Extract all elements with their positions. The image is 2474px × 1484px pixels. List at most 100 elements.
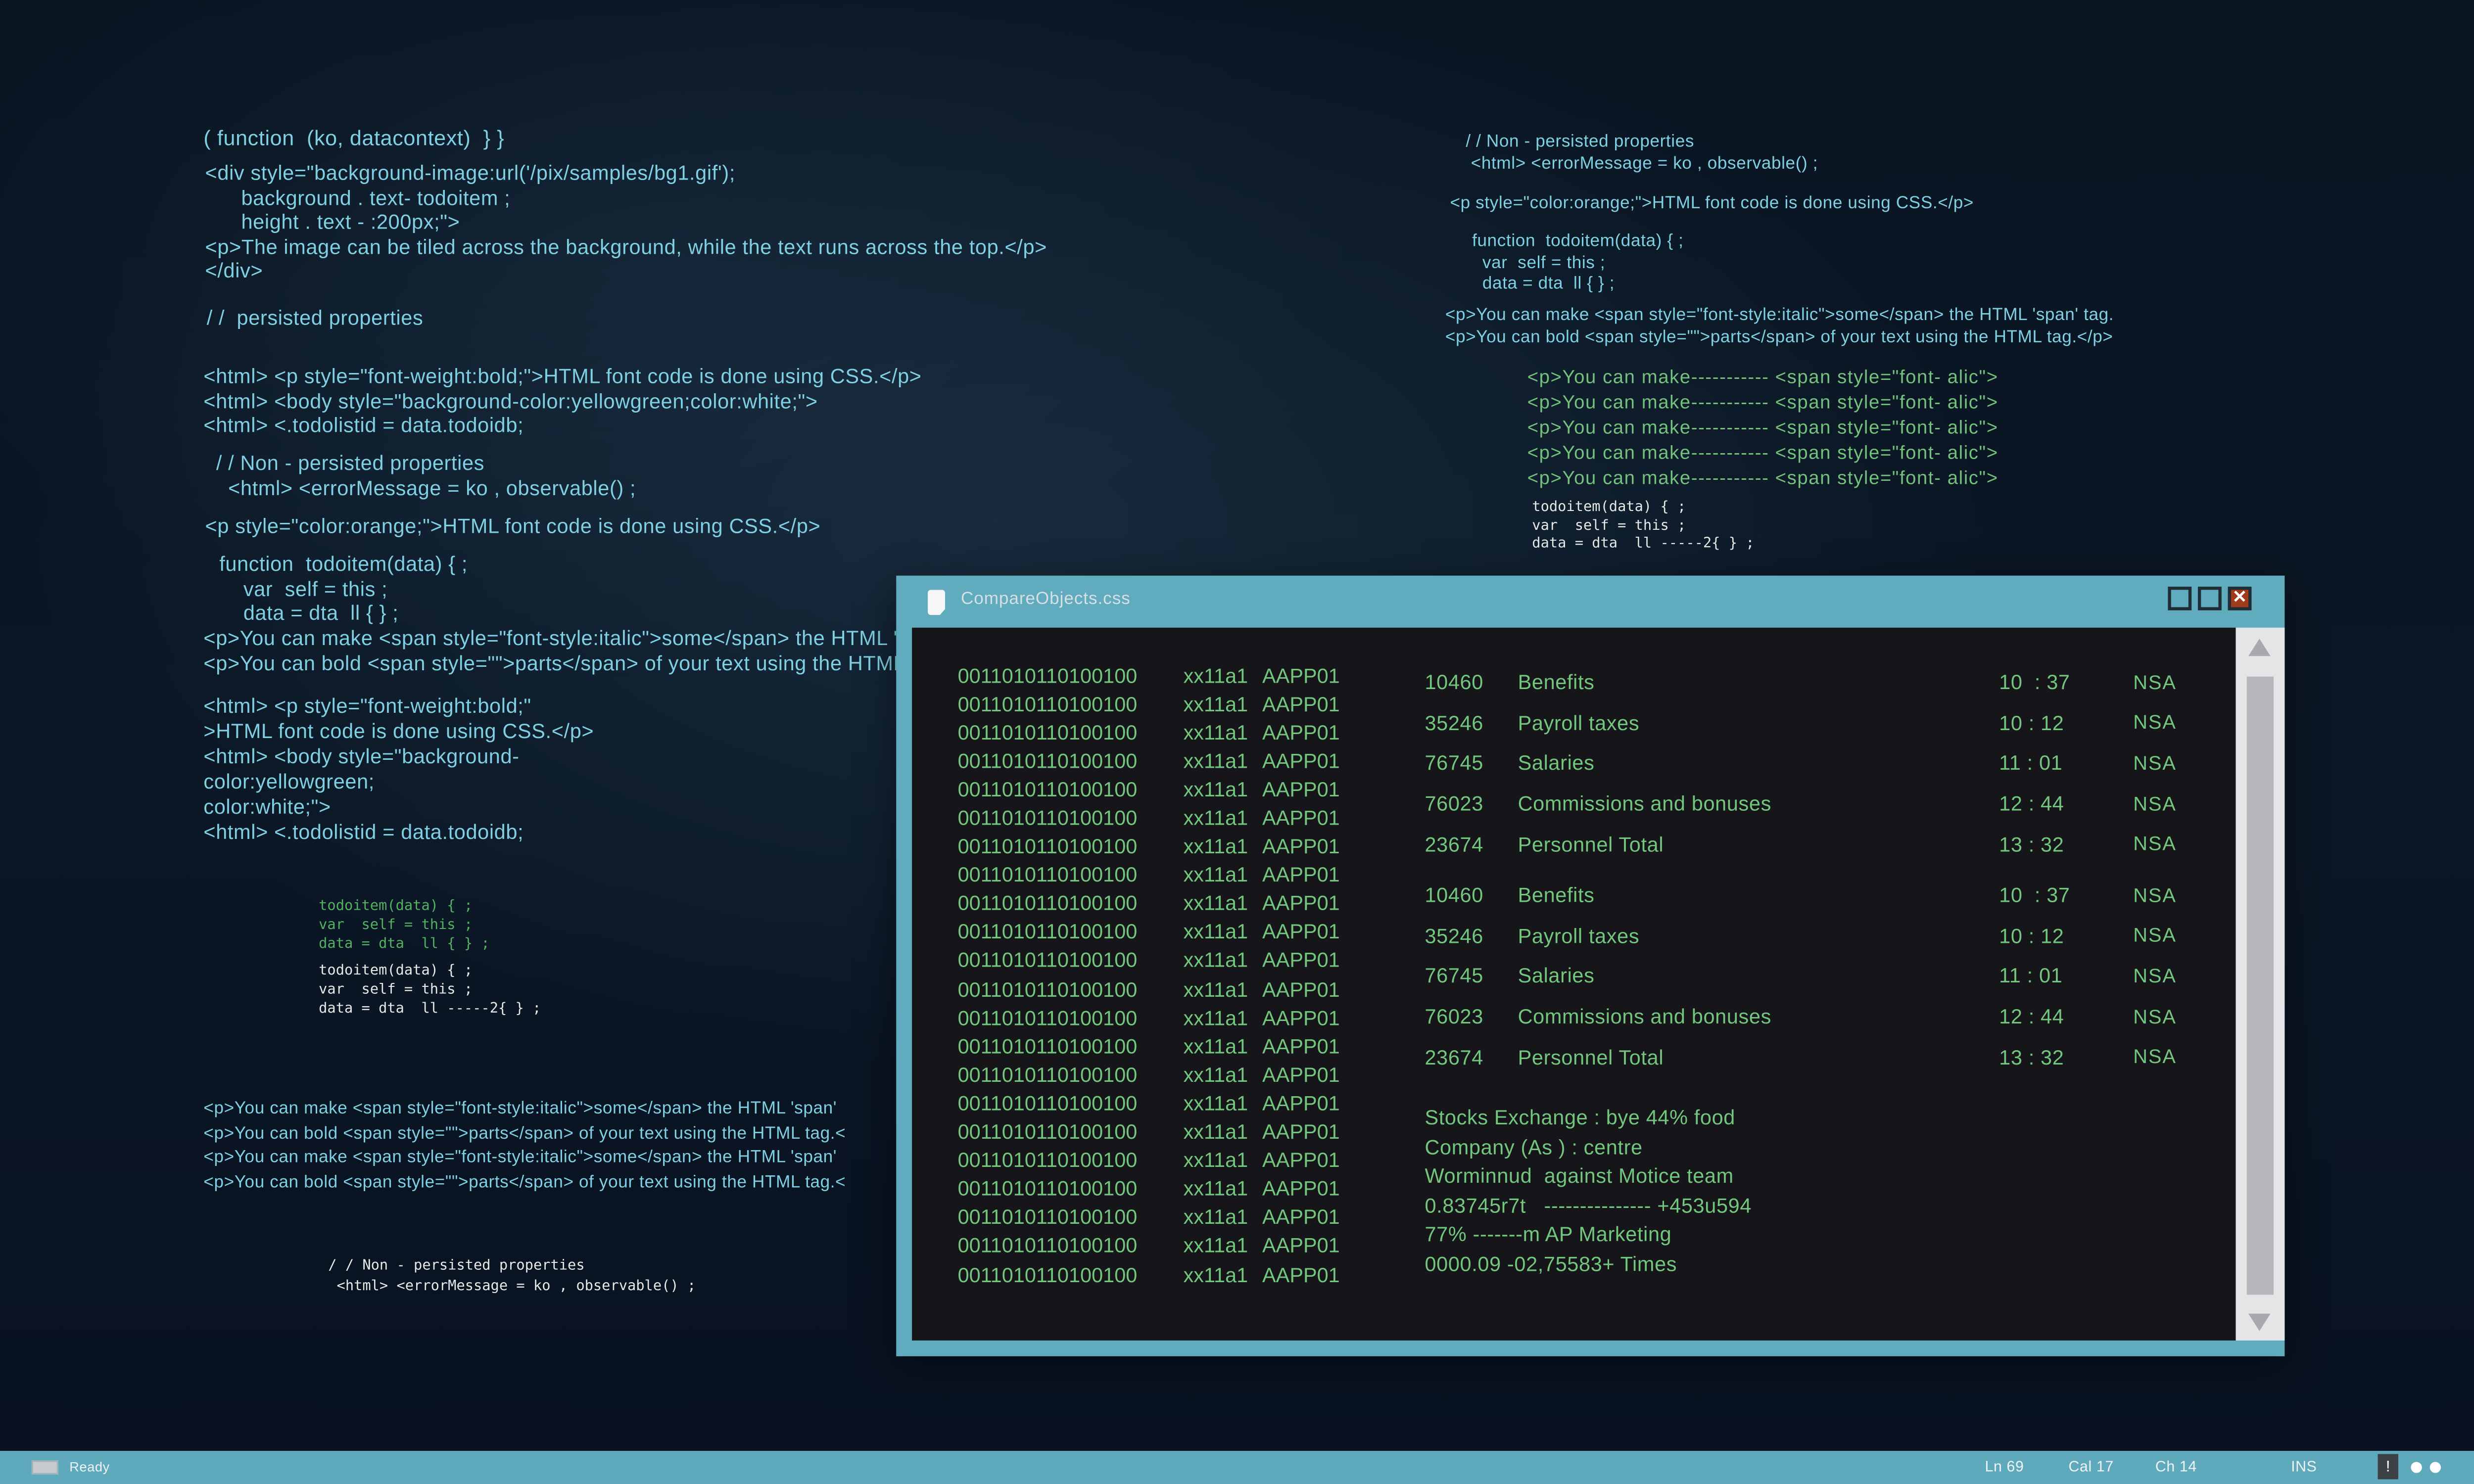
app-label: AAPP01 [1262, 692, 1340, 715]
text-line: data = dta ll -----2{ } ; [1532, 537, 1754, 555]
binary-row: 0011010110100100xx11a1AAPP01 [958, 1231, 1340, 1260]
code-comment-non-persisted: / / Non - persisted properties <html> <e… [216, 451, 636, 500]
app-label: AAPP01 [1262, 749, 1340, 773]
alert-icon[interactable]: ! [2378, 1454, 2398, 1479]
row-time: 10 : 12 [1999, 711, 2133, 735]
binary-row: 0011010110100100xx11a1AAPP01 [958, 1089, 1340, 1117]
close-icon: ✕ [2233, 590, 2247, 607]
text-line: function todoitem(data) { ; [219, 552, 468, 577]
code-value: xx11a1 [1184, 1120, 1262, 1144]
binary-row: 0011010110100100xx11a1AAPP01 [958, 689, 1340, 718]
row-label: Personnel Total [1518, 832, 1999, 856]
row-amount: 76023 [1425, 792, 1518, 816]
minimize-button[interactable] [2168, 587, 2191, 610]
text-line: <p>You can bold <span style="">parts</sp… [203, 1171, 846, 1196]
text-line: <p>You can make----------- <span style="… [1527, 415, 1998, 440]
table-row: 76745Salaries11 : 01NSA [1425, 743, 2221, 784]
row-tag: NSA [2133, 925, 2177, 947]
close-button[interactable]: ✕ [2228, 587, 2252, 610]
text-line: color:white;"> [203, 795, 594, 820]
document-icon [928, 590, 945, 615]
text-line: var self = this ; [319, 916, 490, 935]
text-line: <html> <body style="background- [203, 744, 594, 770]
row-amount: 10460 [1425, 671, 1518, 695]
binary-value: 0011010110100100 [958, 806, 1184, 830]
text-line: <p>You can bold <span style="">parts</sp… [203, 650, 989, 675]
binary-value: 0011010110100100 [958, 749, 1184, 773]
binary-row: 0011010110100100xx11a1AAPP01 [958, 661, 1340, 690]
row-time: 13 : 32 [1999, 1045, 2133, 1069]
app-label: AAPP01 [1262, 1262, 1340, 1286]
binary-row: 0011010110100100xx11a1AAPP01 [958, 889, 1340, 918]
binary-value: 0011010110100100 [958, 663, 1184, 687]
table-row: 35246Payroll taxes10 : 12NSA [1425, 916, 2221, 956]
code-right-p-orange: <p style="color:orange;">HTML font code … [1450, 192, 1974, 217]
binary-row: 0011010110100100xx11a1AAPP01 [958, 803, 1340, 832]
binary-row: 0011010110100100xx11a1AAPP01 [958, 974, 1340, 1003]
binary-value: 0011010110100100 [958, 1120, 1184, 1144]
row-tag: NSA [2133, 1046, 2177, 1068]
binary-row: 0011010110100100xx11a1AAPP01 [958, 832, 1340, 861]
code-value: xx11a1 [1184, 1206, 1262, 1229]
binary-value: 0011010110100100 [958, 835, 1184, 858]
binary-row: 0011010110100100xx11a1AAPP01 [958, 861, 1340, 889]
text-line: var self = this ; [1472, 253, 1683, 275]
scroll-thumb[interactable] [2247, 677, 2274, 1295]
binary-value: 0011010110100100 [958, 1206, 1184, 1229]
text-line: <html> <p style="font-weight:bold;" [203, 694, 594, 719]
text-line: <html> <.todolistid = data.todoidb; [203, 414, 921, 438]
binary-row: 0011010110100100xx11a1AAPP01 [958, 1032, 1340, 1061]
text-line: </div> [205, 259, 1047, 284]
code-value: xx11a1 [1184, 863, 1262, 887]
text-line: data = dta ll { } ; [219, 601, 468, 626]
scrollbar[interactable] [2236, 628, 2285, 1341]
code-value: xx11a1 [1184, 949, 1262, 973]
row-time: 11 : 01 [1999, 964, 2133, 988]
text-line: 0000.09 -02,75583+ Times [1425, 1252, 1752, 1281]
scroll-up-icon[interactable] [2248, 639, 2271, 656]
app-label: AAPP01 [1262, 720, 1340, 744]
text-line: function todoitem(data) { ; [1472, 232, 1683, 253]
row-label: Salaries [1518, 751, 1999, 775]
text-line: background . text- todoitem ; [205, 186, 1047, 210]
window-content: 0011010110100100xx11a1AAPP01001101011010… [912, 628, 2236, 1341]
status-insert-mode[interactable]: INS [2291, 1458, 2317, 1475]
code-right-non-persisted: / / Non - persisted properties <html> <e… [1466, 131, 1818, 175]
binary-value: 0011010110100100 [958, 1234, 1184, 1257]
app-label: AAPP01 [1262, 835, 1340, 858]
compare-objects-window: CompareObjects.css ✕ 0011010110100100xx1… [896, 576, 2284, 1356]
row-tag: NSA [2133, 792, 2177, 815]
maximize-button[interactable] [2198, 587, 2222, 610]
code-right-span-lines: <p>You can make <span style="font-style:… [1445, 304, 2114, 348]
binary-value: 0011010110100100 [958, 977, 1184, 1001]
text-line: data = dta ll { } ; [1472, 275, 1683, 296]
app-label: AAPP01 [1262, 1206, 1340, 1229]
app-label: AAPP01 [1262, 1148, 1340, 1172]
row-label: Payroll taxes [1518, 711, 1999, 735]
code-value: xx11a1 [1184, 749, 1262, 773]
code-comment-persisted: / / persisted properties [207, 306, 424, 330]
row-time: 10 : 37 [1999, 883, 2133, 907]
code-right-function-todoitem: function todoitem(data) { ; var self = t… [1472, 232, 1683, 296]
binary-value: 0011010110100100 [958, 1063, 1184, 1086]
row-label: Payroll taxes [1518, 924, 1999, 948]
code-value: xx11a1 [1184, 720, 1262, 744]
code-function-todoitem: function todoitem(data) { ; var self = t… [219, 552, 468, 626]
code-mono-green-block: todoitem(data) { ;var self = this ;data … [319, 897, 490, 954]
text-line: <html> <errorMessage = ko , observable()… [1466, 153, 1818, 175]
text-line: <p>You can make <span style="font-style:… [203, 626, 989, 651]
code-value: xx11a1 [1184, 806, 1262, 830]
row-label: Commissions and bonuses [1518, 1005, 1999, 1028]
row-tag: NSA [2133, 752, 2177, 775]
text-line: <html> <errorMessage = ko , observable()… [216, 476, 636, 501]
text-line: <html> <body style="background-color:yel… [203, 389, 921, 414]
app-label: AAPP01 [1262, 1091, 1340, 1115]
text-line: data = dta ll { } ; [319, 935, 490, 954]
status-dot-icon [2430, 1462, 2441, 1473]
window-titlebar[interactable]: CompareObjects.css ✕ [896, 576, 2284, 628]
row-tag: NSA [2133, 712, 2177, 734]
scroll-down-icon[interactable] [2248, 1314, 2271, 1331]
code-block-html-bold: <html> <p style="font-weight:bold;">HTML… [203, 364, 921, 438]
app-label: AAPP01 [1262, 806, 1340, 830]
row-label: Personnel Total [1518, 1045, 1999, 1069]
